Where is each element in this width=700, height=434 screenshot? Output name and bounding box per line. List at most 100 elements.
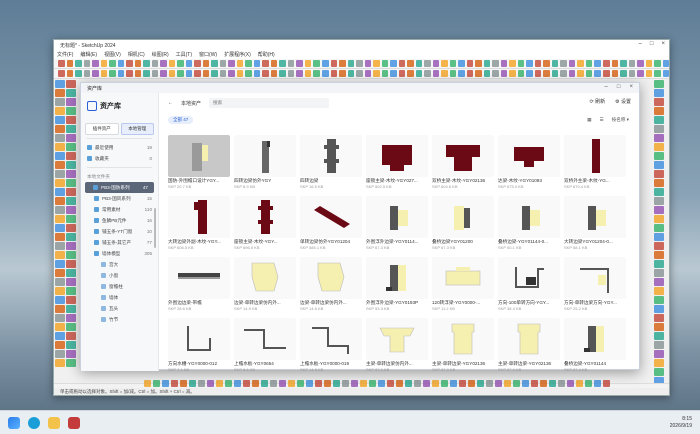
menu-item[interactable]: 工具(T) — [176, 51, 192, 58]
tool-icon[interactable] — [55, 242, 65, 250]
asset-card[interactable]: 外围浮外边梁-YGY0114... SKP 67.3 KB — [366, 196, 428, 253]
tool-icon[interactable] — [66, 179, 76, 187]
tool-icon[interactable] — [207, 380, 214, 387]
tool-icon[interactable] — [509, 60, 516, 67]
tool-icon[interactable] — [645, 60, 653, 67]
tool-icon[interactable] — [66, 314, 76, 322]
tool-icon[interactable] — [66, 242, 76, 250]
tool-icon[interactable] — [234, 380, 241, 387]
tool-icon[interactable] — [339, 70, 346, 77]
tool-icon[interactable] — [304, 70, 312, 77]
tool-icon[interactable] — [398, 70, 406, 77]
tool-icon[interactable] — [441, 70, 448, 77]
folder-item[interactable]: 小窗 — [81, 270, 158, 281]
tool-icon[interactable] — [568, 60, 576, 67]
tool-icon[interactable] — [654, 134, 664, 142]
tool-icon[interactable] — [424, 70, 431, 77]
tool-icon[interactable] — [373, 60, 380, 67]
tool-icon[interactable] — [415, 70, 423, 77]
tool-icon[interactable] — [66, 359, 76, 367]
tool-icon[interactable] — [517, 70, 525, 77]
tool-icon[interactable] — [449, 60, 457, 67]
tool-icon[interactable] — [654, 116, 664, 124]
tool-icon[interactable] — [126, 60, 133, 67]
tool-icon[interactable] — [287, 60, 295, 67]
tool-icon[interactable] — [55, 107, 65, 115]
tool-icon[interactable] — [297, 380, 304, 387]
tool-icon[interactable] — [55, 215, 65, 223]
tool-icon[interactable] — [66, 116, 76, 124]
asset-card[interactable]: 单转边梁仿外YGY01204 SKP 585.1 KB — [300, 196, 362, 253]
tool-icon[interactable] — [66, 107, 76, 115]
tool-icon[interactable] — [432, 60, 440, 67]
tool-icon[interactable] — [531, 380, 538, 387]
tool-icon[interactable] — [654, 323, 664, 331]
tool-icon[interactable] — [287, 70, 295, 77]
tool-icon[interactable] — [654, 368, 664, 376]
tool-icon[interactable] — [483, 70, 491, 77]
tool-icon[interactable] — [364, 60, 372, 67]
tool-icon[interactable] — [58, 60, 65, 67]
tool-icon[interactable] — [468, 380, 475, 387]
folder-item[interactable]: 竹节 — [81, 314, 158, 325]
tool-icon[interactable] — [288, 380, 295, 387]
tool-icon[interactable] — [423, 380, 430, 387]
tool-icon[interactable] — [662, 60, 670, 67]
tool-icon[interactable] — [55, 278, 65, 286]
tool-icon[interactable] — [194, 70, 201, 77]
tool-icon[interactable] — [492, 70, 499, 77]
tool-icon[interactable] — [495, 380, 502, 387]
folder-item[interactable]: 墙体 — [81, 292, 158, 303]
tool-icon[interactable] — [654, 332, 664, 340]
sidebar-scrollbar[interactable] — [154, 208, 156, 248]
folder-item[interactable]: PB3-国防系列 47 — [85, 182, 154, 193]
tool-icon[interactable] — [373, 70, 380, 77]
tool-icon[interactable] — [75, 60, 82, 67]
tool-icon[interactable] — [55, 233, 65, 241]
tool-icon[interactable] — [654, 143, 664, 151]
tool-icon[interactable] — [577, 70, 584, 77]
tool-icon[interactable] — [162, 380, 169, 387]
tool-icon[interactable] — [594, 60, 601, 67]
tool-icon[interactable] — [253, 70, 261, 77]
tool-icon[interactable] — [360, 380, 367, 387]
tool-icon[interactable] — [620, 70, 627, 77]
tool-icon[interactable] — [313, 60, 320, 67]
asset-card[interactable]: 四转边梁 SKP 16.5 KB — [300, 135, 362, 192]
close-icon[interactable]: × — [629, 84, 633, 90]
asset-card[interactable]: 边梁-单转边梁仿内外... SKP 14.8 KB — [300, 257, 362, 314]
tool-icon[interactable] — [180, 380, 187, 387]
tool-icon[interactable] — [225, 380, 232, 387]
tab-plugin-assets[interactable]: 插件资产 — [85, 123, 119, 135]
tool-icon[interactable] — [441, 60, 448, 67]
asset-card[interactable]: 外围边边梁-带檐 SKP 28.6 KB — [168, 257, 230, 314]
tool-icon[interactable] — [381, 70, 389, 77]
view-list-icon[interactable]: ☰ — [600, 117, 604, 123]
asset-card[interactable]: 达梁-木纹-YGY01093 SKP 675.0 KB — [498, 135, 560, 192]
tool-icon[interactable] — [477, 380, 484, 387]
asset-card[interactable]: 叠桥边梁YGY01200 SKP 67.3 KB — [432, 196, 494, 253]
tool-icon[interactable] — [315, 380, 322, 387]
tool-icon[interactable] — [117, 60, 125, 67]
sidebar-item-favorites[interactable]: 收藏夹 0 — [81, 153, 158, 164]
asset-card[interactable]: 叠桥边梁-YGY01144-0... SKP 50.1 KB — [498, 196, 560, 253]
tool-icon[interactable] — [55, 314, 65, 322]
asset-card[interactable]: 座锁主梁-木纹-YGY... SKP 696.0 KB — [234, 196, 296, 253]
tool-icon[interactable] — [628, 60, 636, 67]
sidebar-item-recent[interactable]: 最近使用 19 — [81, 142, 158, 153]
tool-icon[interactable] — [243, 380, 250, 387]
tool-icon[interactable] — [55, 332, 65, 340]
menu-item[interactable]: 文件(F) — [57, 51, 73, 58]
tool-icon[interactable] — [321, 70, 329, 77]
asset-card[interactable]: 上檐水板-YGY0654 SKP 8.6 KB — [234, 318, 296, 375]
tool-icon[interactable] — [245, 60, 252, 67]
tool-icon[interactable] — [55, 116, 65, 124]
tool-icon[interactable] — [654, 233, 664, 241]
tool-icon[interactable] — [236, 70, 244, 77]
asset-card[interactable]: 四转边梁仿外YGY SKP 8.9 KB — [234, 135, 296, 192]
tool-icon[interactable] — [611, 60, 619, 67]
tool-icon[interactable] — [390, 70, 397, 77]
tool-icon[interactable] — [55, 125, 65, 133]
asset-card[interactable]: 方向-100单转方向-YGY... SKP 38.4 KB — [498, 257, 560, 314]
tool-icon[interactable] — [296, 70, 303, 77]
